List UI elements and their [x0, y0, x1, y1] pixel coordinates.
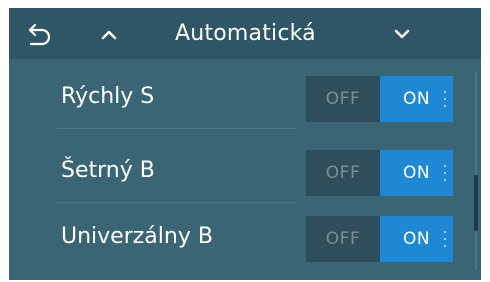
toggle-on-label: ON — [402, 89, 431, 109]
toggle-on-label: ON — [402, 163, 431, 183]
program-toggle[interactable]: OFF ON — [306, 216, 453, 262]
program-row: Rýchly S OFF ON — [9, 71, 469, 127]
back-arrow-icon — [28, 23, 51, 46]
program-label: Šetrný B — [61, 158, 155, 183]
scroll-up-button[interactable] — [94, 19, 124, 49]
toggle-on-option[interactable]: ON — [380, 76, 453, 122]
page-title: Automatická — [175, 21, 316, 46]
program-toggle[interactable]: OFF ON — [306, 150, 453, 196]
toggle-on-option[interactable]: ON — [380, 150, 453, 196]
app-screen: Automatická Rýchly S OFF ON Šetrný B OFF… — [9, 8, 481, 280]
scroll-down-button[interactable] — [387, 19, 417, 49]
program-row: Univerzálny B OFF ON — [9, 211, 469, 267]
chevron-up-icon — [101, 30, 117, 40]
program-label: Rýchly S — [61, 84, 155, 109]
toggle-on-label: ON — [402, 229, 431, 249]
divider — [57, 202, 297, 203]
program-label: Univerzálny B — [61, 224, 213, 249]
drag-handle-icon — [444, 91, 446, 107]
drag-handle-icon — [444, 165, 446, 181]
toggle-off-option[interactable]: OFF — [306, 216, 380, 262]
toggle-on-option[interactable]: ON — [380, 216, 453, 262]
back-button[interactable] — [25, 19, 55, 49]
divider — [57, 128, 297, 129]
program-row: Šetrný B OFF ON — [9, 145, 469, 201]
drag-handle-icon — [444, 231, 446, 247]
program-toggle[interactable]: OFF ON — [306, 76, 453, 122]
header-bar: Automatická — [9, 8, 481, 59]
scrollbar-track[interactable] — [475, 72, 477, 270]
toggle-off-option[interactable]: OFF — [306, 150, 380, 196]
scrollbar-thumb[interactable] — [474, 175, 478, 231]
toggle-off-option[interactable]: OFF — [306, 76, 380, 122]
chevron-down-icon — [394, 29, 410, 39]
